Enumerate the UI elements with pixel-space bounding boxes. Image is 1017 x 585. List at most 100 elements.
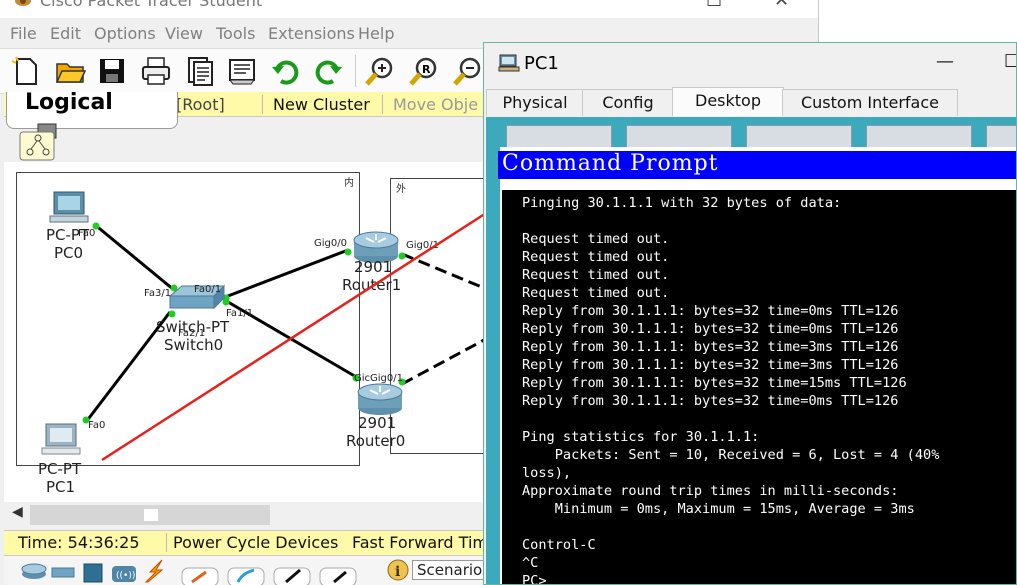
router0-port-gig: Gic xyxy=(354,373,371,384)
close-button[interactable]: ✕ xyxy=(774,0,789,11)
connections-category-icon xyxy=(144,559,164,583)
switch-port-fa31: Fa3/1 xyxy=(144,288,172,299)
link-dot xyxy=(222,298,230,306)
maximize-button[interactable]: ☐ xyxy=(706,0,722,11)
zoom-in-icon[interactable] xyxy=(364,55,396,87)
desktop-app-icon[interactable] xyxy=(986,125,1016,149)
minimize-button[interactable]: — xyxy=(936,51,954,72)
pc0-name-label: PC0 xyxy=(54,244,84,262)
link-dot xyxy=(168,310,176,318)
activity-wizard-icon[interactable] xyxy=(184,55,216,87)
command-prompt-title: Command Prompt xyxy=(502,151,719,176)
link-pc0-switch0 xyxy=(93,222,175,292)
pc-window-icon xyxy=(498,54,520,72)
move-object-button[interactable]: Move Obje xyxy=(382,95,478,114)
switch-port-fa11: Fa1/1 xyxy=(226,308,254,319)
router0-port-gig01: Gig0/1 xyxy=(370,373,403,384)
pc1-name-label: PC1 xyxy=(46,478,76,496)
router1-port-gig00: Gig0/0 xyxy=(314,238,347,249)
desktop-app-icon[interactable] xyxy=(626,125,732,149)
tab-physical[interactable]: Physical xyxy=(486,89,584,116)
svg-text:R: R xyxy=(422,63,431,76)
device-slot-icon xyxy=(319,567,357,585)
redo-icon[interactable] xyxy=(312,55,344,87)
device-slot-icon xyxy=(273,567,311,585)
router0-name-label: Router0 xyxy=(346,432,406,450)
device-tabs: Physical Config Desktop Custom Interface xyxy=(484,87,1016,117)
router1-port-gig01: Gig0/1 xyxy=(406,240,439,251)
hub-category-icon xyxy=(83,563,103,583)
link-switch0-router1 xyxy=(227,248,349,298)
switch-port-fa21: Fa2/1 xyxy=(178,328,206,339)
status-bar: Time: 54:36:25 Power Cycle Devices Fast … xyxy=(4,530,488,556)
link-router1-external xyxy=(401,252,484,290)
print-icon[interactable] xyxy=(140,55,172,87)
device-slot-icon xyxy=(227,567,265,585)
logical-workspace-canvas[interactable]: 内 外 PC-PT PC0 Fa0 Switch-PT Switch0 Fa0/… xyxy=(4,162,491,502)
pc0-icon xyxy=(49,191,89,223)
zoom-out-icon[interactable] xyxy=(452,55,484,87)
router-category-icon xyxy=(21,563,47,579)
pc-window-title: PC1 xyxy=(524,53,559,74)
desktop-app-icon[interactable] xyxy=(746,125,852,149)
router1-type-label: 2901 xyxy=(354,258,393,276)
menu-view[interactable]: View xyxy=(165,24,203,43)
power-cycle-button[interactable]: Power Cycle Devices xyxy=(166,533,338,552)
desktop-app-icon[interactable] xyxy=(866,125,972,149)
scenario-dropdown[interactable]: Scenario xyxy=(412,560,492,580)
pc1-port-label: Fa0 xyxy=(88,420,106,431)
pc1-type-label: PC-PT xyxy=(38,460,82,478)
save-icon[interactable] xyxy=(96,55,128,87)
menu-edit[interactable]: Edit xyxy=(50,24,81,43)
link-router0-external xyxy=(401,338,484,386)
scrollbar-thumb-box xyxy=(144,509,158,521)
menu-help[interactable]: Help xyxy=(358,24,394,43)
tab-custom-interface[interactable]: Custom Interface xyxy=(782,89,958,116)
router1-name-label: Router1 xyxy=(342,276,402,294)
title-bar: Cisco Packet Tracer Student ☐ ✕ xyxy=(0,0,818,18)
app-title: Cisco Packet Tracer Student xyxy=(40,0,263,10)
router0-icon xyxy=(357,383,403,415)
pc0-port-label: Fa0 xyxy=(78,228,96,239)
switch-port-fa01: Fa0/1 xyxy=(194,284,222,295)
pc1-device-window: PC1 — ☐ Physical Config Desktop Custom I… xyxy=(483,42,1017,585)
desktop-app-icon[interactable] xyxy=(506,125,612,149)
toolbar-separator xyxy=(355,55,356,87)
pc1-icon xyxy=(41,423,81,455)
info-icon: i xyxy=(387,559,409,581)
zoom-reset-icon[interactable]: R xyxy=(408,55,440,87)
open-folder-icon[interactable] xyxy=(54,55,87,87)
notes-icon[interactable] xyxy=(226,55,258,87)
desktop-area: Command Prompt Pinging 30.1.1.1 with 32 … xyxy=(486,117,1016,585)
menu-tools[interactable]: Tools xyxy=(216,24,255,43)
root-button[interactable]: [Root] xyxy=(176,95,225,114)
router0-type-label: 2901 xyxy=(358,414,397,432)
maximize-button[interactable]: ☐ xyxy=(1004,51,1016,72)
svg-text:i: i xyxy=(395,564,400,580)
link-dot xyxy=(398,252,406,260)
scenario-selector[interactable]: i Scenario xyxy=(382,558,492,582)
packet-tracer-logo-icon xyxy=(15,0,31,6)
menu-extensions[interactable]: Extensions xyxy=(268,24,355,43)
fast-forward-button[interactable]: Fast Forward Tim xyxy=(352,533,488,552)
svg-text:((•)): ((•)) xyxy=(116,571,135,581)
undo-icon[interactable] xyxy=(270,55,302,87)
menu-options[interactable]: Options xyxy=(94,24,156,43)
logical-label: Logical xyxy=(25,90,113,115)
time-display: Time: 54:36:25 xyxy=(18,533,140,552)
console-text: Pinging 30.1.1.1 with 32 bytes of data: … xyxy=(522,195,940,585)
navigation-icon[interactable] xyxy=(18,122,58,162)
tab-config[interactable]: Config xyxy=(582,89,674,116)
desktop-app-icons xyxy=(506,125,1016,149)
tab-desktop[interactable]: Desktop xyxy=(672,87,784,116)
device-slot-icon xyxy=(181,567,219,585)
wireless-category-icon: ((•)) xyxy=(112,566,136,582)
new-cluster-button[interactable]: New Cluster xyxy=(262,95,370,114)
switch-category-icon xyxy=(51,567,75,578)
menu-file[interactable]: File xyxy=(10,24,37,43)
device-category-icons: ((•)) xyxy=(21,559,357,585)
console-output[interactable]: Pinging 30.1.1.1 with 32 bytes of data: … xyxy=(500,187,1016,585)
horizontal-scrollbar[interactable]: ◀ xyxy=(4,502,484,528)
new-file-icon[interactable] xyxy=(10,55,42,87)
scroll-left-icon[interactable]: ◀ xyxy=(12,504,23,520)
